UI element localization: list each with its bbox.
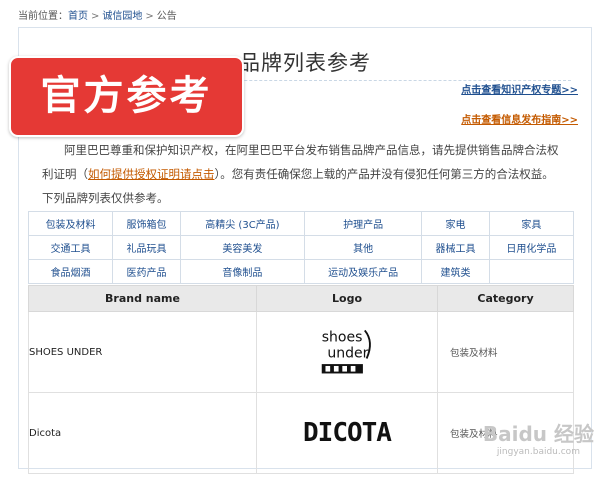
brand-logo: shoes under: [256, 311, 438, 393]
category-cell[interactable]: 建筑类: [421, 259, 490, 284]
category-cell[interactable]: 其他: [304, 235, 423, 260]
brand-logo: DICOTA: [256, 392, 438, 474]
category-cell[interactable]: 交通工具: [27, 235, 114, 260]
category-cell[interactable]: 高精尖 (3C产品): [179, 211, 306, 236]
authorization-help-link[interactable]: 如何提供授权证明请点击: [88, 167, 215, 181]
category-cell[interactable]: 家电: [421, 211, 490, 236]
brand-category: 包装及材料: [437, 311, 574, 393]
brand-name: SHOES UNDER: [28, 311, 257, 393]
logo-text-shoes: shoes: [322, 329, 363, 345]
category-cell[interactable]: 运动及娱乐产品: [304, 259, 423, 284]
watermark-url: jingyan.baidu.com: [496, 447, 580, 457]
category-cell-empty: [488, 259, 575, 284]
publishing-guide-link[interactable]: 点击查看信息发布指南>>: [461, 115, 578, 126]
brand-name: Dicota: [28, 392, 257, 474]
category-cell[interactable]: 包装及材料: [27, 211, 114, 236]
breadcrumb-home-link[interactable]: 首页: [68, 11, 88, 22]
baidu-watermark: Baidu 经验 jingyan.baidu.com: [483, 418, 594, 457]
category-cell[interactable]: 服饰箱包: [112, 211, 181, 236]
category-cell[interactable]: 食品烟酒: [27, 259, 114, 284]
category-table: 包装及材料 服饰箱包 高精尖 (3C产品) 护理产品 家电 家具 交通工具 礼品…: [27, 211, 575, 284]
breadcrumb-current: 公告: [156, 11, 177, 22]
category-cell[interactable]: 家具: [488, 211, 575, 236]
intro-paragraph: 阿里巴巴尊重和保护知识产权，在阿里巴巴平台发布销售品牌产品信息，请先提供销售品牌…: [42, 138, 562, 210]
category-cell[interactable]: 美容美发: [179, 235, 306, 260]
breadcrumb-separator: >: [145, 11, 154, 22]
breadcrumb-prefix: 当前位置：: [18, 11, 68, 22]
breadcrumb: 当前位置：首页 > 诚信园地 > 公告: [18, 7, 177, 22]
brand-table-header: Brand name Logo Category: [28, 285, 574, 312]
category-cell[interactable]: 音像制品: [179, 259, 306, 284]
ip-topic-link[interactable]: 点击查看知识产权专题>>: [461, 85, 578, 96]
breadcrumb-section-link[interactable]: 诚信园地: [102, 11, 142, 22]
category-row: 交通工具 礼品玩具 美容美发 其他 器械工具 日用化学品: [27, 235, 575, 260]
category-row: 包装及材料 服饰箱包 高精尖 (3C产品) 护理产品 家电 家具: [27, 211, 575, 236]
shoes-under-logo: shoes under: [318, 322, 376, 379]
table-row: SHOES UNDER shoes under 包装及材料: [28, 311, 574, 393]
logo-header: Logo: [256, 285, 438, 312]
side-links: 点击查看知识产权专题>> 点击查看信息发布指南>>: [461, 81, 578, 141]
brand-name-header: Brand name: [28, 285, 257, 312]
dicota-logo: DICOTA: [303, 418, 392, 448]
watermark-brand: Baidu 经验: [482, 422, 594, 446]
category-cell[interactable]: 礼品玩具: [112, 235, 181, 260]
breadcrumb-separator: >: [91, 11, 100, 22]
category-cell[interactable]: 医药产品: [112, 259, 181, 284]
official-reference-badge: 官方参考: [9, 56, 244, 137]
category-cell[interactable]: 护理产品: [304, 211, 423, 236]
category-cell[interactable]: 日用化学品: [488, 235, 575, 260]
category-row: 食品烟酒 医药产品 音像制品 运动及娱乐产品 建筑类: [27, 259, 575, 284]
category-cell[interactable]: 器械工具: [421, 235, 490, 260]
logo-text-under: under: [327, 345, 368, 361]
category-header: Category: [437, 285, 574, 312]
